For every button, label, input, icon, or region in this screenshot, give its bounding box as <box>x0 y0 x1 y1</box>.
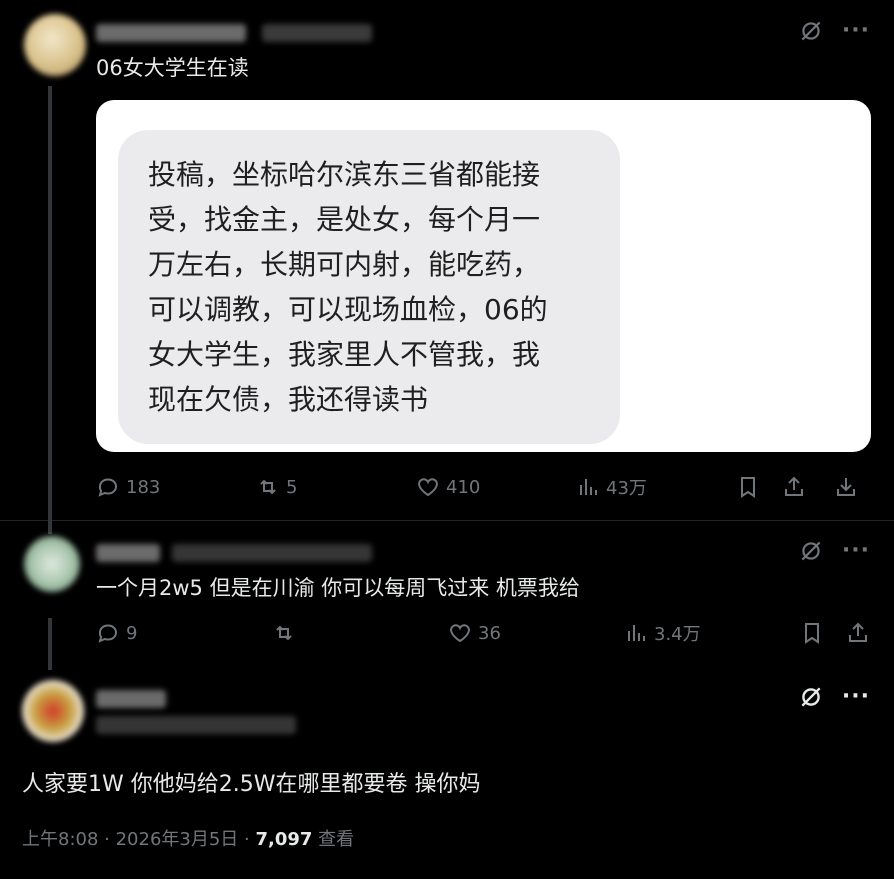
view-count: 43万 <box>606 478 647 499</box>
post-text: 人家要1W 你他妈给2.5W在哪里都要卷 操你妈 <box>22 772 481 797</box>
post-timestamp: 上午8:08 · 2026年3月5日 · 7,097 查看 <box>22 825 354 851</box>
view-count: 3.4万 <box>654 624 701 645</box>
display-name-redacted[interactable] <box>96 690 166 708</box>
more-icon[interactable]: ··· <box>842 540 870 562</box>
views-button[interactable]: 43万 <box>576 474 647 500</box>
grok-icon[interactable] <box>798 538 824 564</box>
bookmark-button[interactable] <box>800 621 824 645</box>
chat-bubble-text: 投稿，坐标哈尔滨东三省都能接 受，找金主，是处女，每个月一 万左右，长期可内射，… <box>118 130 620 444</box>
post-top-icons: ··· <box>798 684 870 710</box>
view-count: 7,097 <box>255 829 313 850</box>
thread-line <box>48 520 52 534</box>
repost-button[interactable] <box>272 621 302 645</box>
views-icon <box>628 625 645 641</box>
reply-button[interactable]: 183 <box>96 475 160 499</box>
handle-redacted[interactable] <box>172 544 372 562</box>
avatar[interactable] <box>24 14 86 76</box>
heart-icon <box>418 478 438 497</box>
views-icon <box>580 479 597 495</box>
repost-icon <box>276 625 292 641</box>
download-icon <box>837 478 855 496</box>
handle-redacted[interactable] <box>96 716 296 734</box>
views-button[interactable]: 3.4万 <box>624 620 701 646</box>
views-label: 查看 <box>312 829 355 850</box>
share-button[interactable] <box>782 475 806 499</box>
repost-button[interactable]: 5 <box>256 475 297 499</box>
reply-icon <box>98 478 118 497</box>
reply-icon <box>98 624 118 643</box>
action-bar: 183 5 410 43万 <box>96 472 876 502</box>
bookmark-icon <box>805 623 819 644</box>
grok-icon[interactable] <box>798 684 824 710</box>
reply-count: 183 <box>126 476 161 498</box>
repost-count: 5 <box>286 476 298 498</box>
more-icon[interactable]: ··· <box>842 20 870 42</box>
like-button[interactable]: 36 <box>448 621 501 645</box>
post-3[interactable]: ··· 人家要1W 你他妈给2.5W在哪里都要卷 操你妈 上午8:08 · 20… <box>0 670 894 879</box>
reply-button[interactable]: 9 <box>96 621 137 645</box>
like-count: 410 <box>446 476 481 498</box>
grok-icon[interactable] <box>798 18 824 44</box>
heart-icon <box>450 624 470 643</box>
post-top-icons: ··· <box>798 18 870 44</box>
bookmark-icon <box>741 477 755 498</box>
post-top-icons: ··· <box>798 538 870 564</box>
handle-redacted[interactable] <box>262 24 372 42</box>
thread-line <box>48 86 52 520</box>
display-name-redacted[interactable] <box>96 24 246 42</box>
bookmark-button[interactable] <box>736 475 760 499</box>
reply-count: 9 <box>126 622 138 644</box>
share-button[interactable] <box>846 621 870 645</box>
repost-icon <box>260 479 276 495</box>
attached-image[interactable]: 投稿，坐标哈尔滨东三省都能接 受，找金主，是处女，每个月一 万左右，长期可内射，… <box>96 100 871 452</box>
action-bar: 9 36 3.4万 <box>96 618 876 648</box>
share-icon <box>785 476 803 496</box>
reply-text: 一个月2w5 但是在川渝 你可以每周飞过来 机票我给 <box>96 576 580 600</box>
share-icon <box>849 622 867 642</box>
user-bio: 06女大学生在读 <box>96 56 249 80</box>
more-icon[interactable]: ··· <box>842 686 870 708</box>
display-name-redacted[interactable] <box>96 544 160 562</box>
avatar[interactable] <box>24 536 80 592</box>
post-2[interactable]: ··· 一个月2w5 但是在川渝 你可以每周飞过来 机票我给 9 36 3.4万 <box>0 520 894 670</box>
thread-line <box>48 618 52 670</box>
avatar[interactable] <box>22 680 84 742</box>
like-count: 36 <box>478 622 501 644</box>
like-button[interactable]: 410 <box>416 475 480 499</box>
download-button[interactable] <box>834 475 858 499</box>
timestamp-text[interactable]: 上午8:08 · 2026年3月5日 · <box>22 829 255 850</box>
post-1[interactable]: ··· 06女大学生在读 投稿，坐标哈尔滨东三省都能接 受，找金主，是处女，每个… <box>0 0 894 520</box>
